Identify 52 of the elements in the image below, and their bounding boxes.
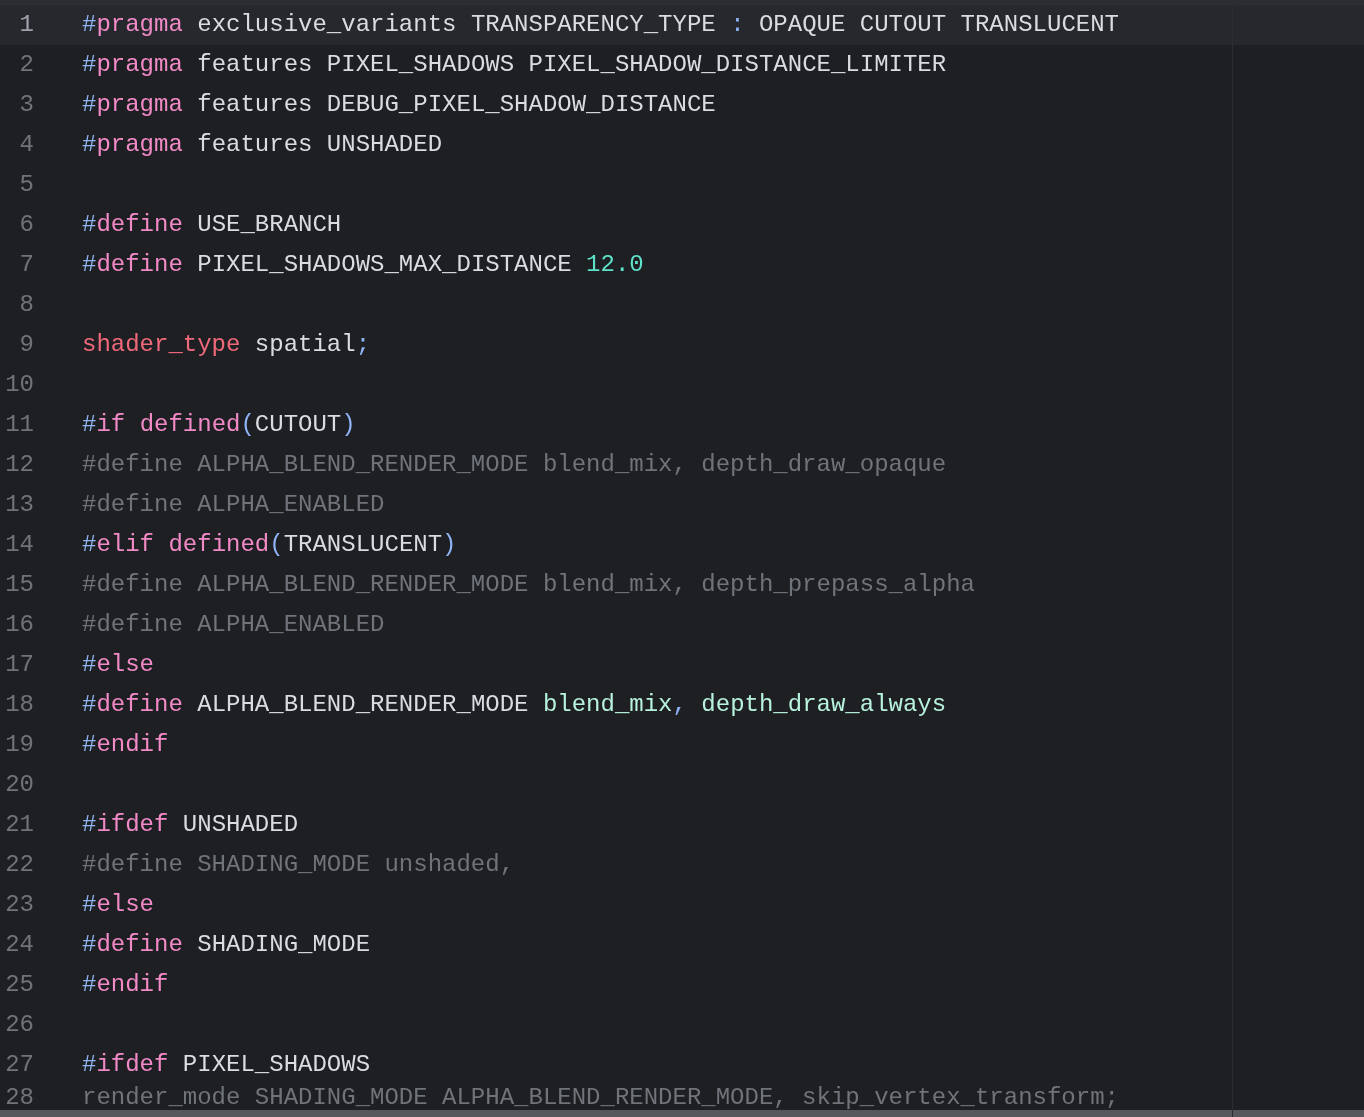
code-line: #define PIXEL_SHADOWS_MAX_DISTANCE 12.0 — [82, 253, 644, 277]
code-line: #elif defined(TRANSLUCENT) — [82, 533, 457, 557]
code-line: #if defined(CUTOUT) — [82, 413, 356, 437]
code-line: #else — [82, 893, 154, 917]
code-line: #define ALPHA_ENABLED — [82, 613, 385, 637]
line-number: 22 — [4, 853, 34, 877]
line-number: 28 — [4, 1086, 34, 1110]
line-number: 6 — [18, 213, 34, 237]
code-line: #pragma exclusive_variants TRANSPARENCY_TYPE : OPAQUE CUTOUT TRANSLUCENT — [82, 13, 1119, 37]
line-number: 15 — [4, 573, 34, 597]
code-line: #define USE_BRANCH — [82, 213, 342, 237]
line-number: 3 — [18, 93, 34, 117]
code-line: #ifdef UNSHADED — [82, 813, 299, 837]
code-line: #pragma features PIXEL_SHADOWS PIXEL_SHADOW_DISTANCE_LIMITER — [82, 53, 947, 77]
code-line: shader_type spatial; — [82, 333, 371, 357]
line-number: 12 — [4, 453, 34, 477]
code-line: #else — [82, 653, 154, 677]
line-number: 8 — [18, 293, 34, 317]
code-line: #define ALPHA_BLEND_RENDER_MODE blend_mix, depth_prepass_alpha — [82, 573, 975, 597]
line-number: 16 — [4, 613, 34, 637]
line-number: 26 — [4, 1013, 34, 1037]
line-number: 11 — [4, 413, 34, 437]
line-number: 18 — [4, 693, 34, 717]
line-number: 20 — [4, 773, 34, 797]
line-number: 10 — [4, 373, 34, 397]
code-line: #endif — [82, 733, 169, 757]
line-number: 5 — [18, 173, 34, 197]
line-number: 4 — [18, 133, 34, 157]
code-line: #define ALPHA_BLEND_RENDER_MODE blend_mix, depth_draw_always — [82, 693, 947, 717]
line-number: 14 — [4, 533, 34, 557]
line-number: 9 — [18, 333, 34, 357]
line-number: 27 — [4, 1053, 34, 1077]
line-number: 19 — [4, 733, 34, 757]
code-line: #pragma features UNSHADED — [82, 133, 443, 157]
line-number: 17 — [4, 653, 34, 677]
line-number: 1 — [18, 13, 34, 37]
code-line: #define SHADING_MODE unshaded, — [82, 853, 515, 877]
line-number: 25 — [4, 973, 34, 997]
code-line: #define ALPHA_ENABLED — [82, 493, 385, 517]
code-line: #define ALPHA_BLEND_RENDER_MODE blend_mix, depth_draw_opaque — [82, 453, 947, 477]
horizontal-scrollbar[interactable] — [0, 1110, 1364, 1117]
code-line: #define SHADING_MODE — [82, 933, 371, 957]
code-line: #pragma features DEBUG_PIXEL_SHADOW_DISTANCE — [82, 93, 716, 117]
line-number: 7 — [18, 253, 34, 277]
line-number: 2 — [18, 53, 34, 77]
line-number: 13 — [4, 493, 34, 517]
line-number: 24 — [4, 933, 34, 957]
code-line: render_mode SHADING_MODE ALPHA_BLEND_RENDER_MODE, skip_vertex_transform; — [82, 1086, 1119, 1110]
code-line: #ifdef PIXEL_SHADOWS — [82, 1053, 371, 1077]
line-number: 21 — [4, 813, 34, 837]
code-line: #endif — [82, 973, 169, 997]
line-number: 23 — [4, 893, 34, 917]
